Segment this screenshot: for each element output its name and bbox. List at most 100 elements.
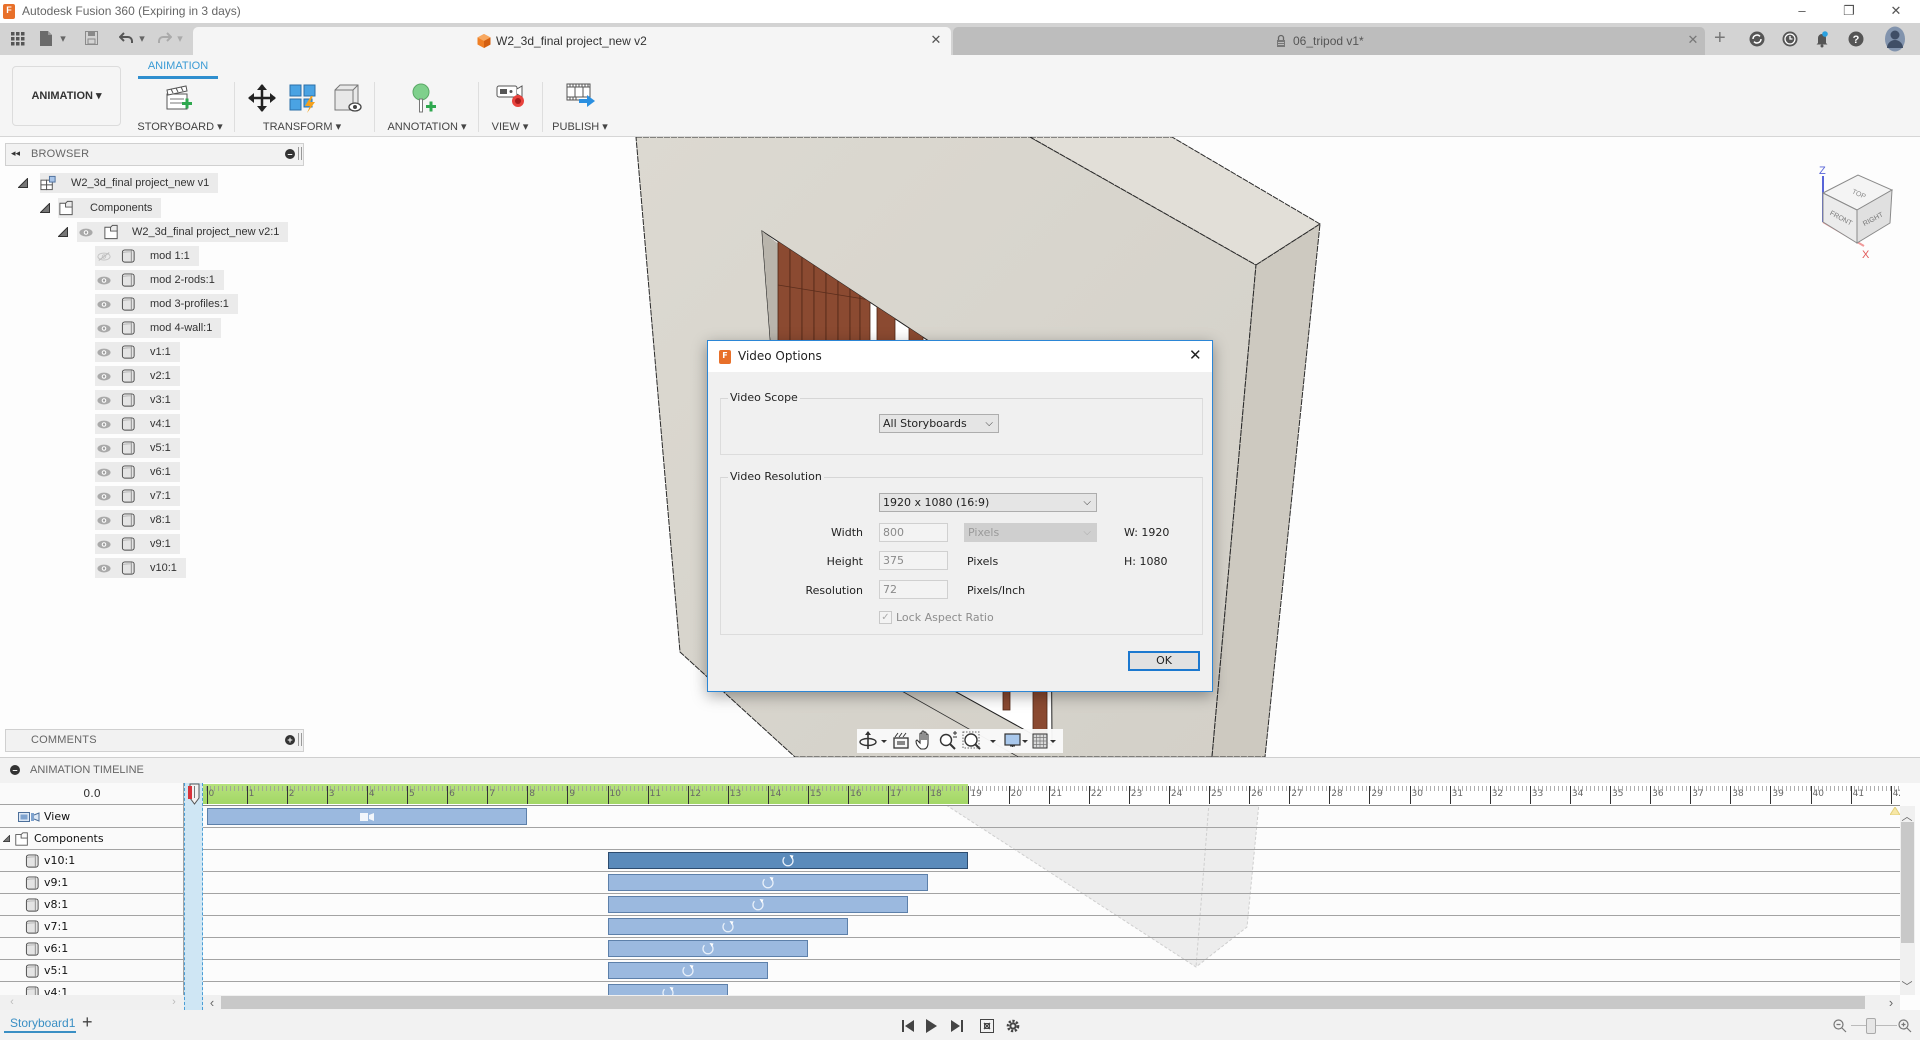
- close-tab-button[interactable]: ✕: [1685, 32, 1701, 48]
- file-menu-icon[interactable]: [40, 31, 54, 47]
- orbit-icon[interactable]: [859, 731, 887, 749]
- view-cube[interactable]: Z X TOP FRONT RIGHT: [1800, 155, 1910, 265]
- zoom-out-timeline-icon[interactable]: [1832, 1018, 1848, 1034]
- comments-panel-header[interactable]: COMMENTS +: [5, 729, 304, 752]
- maximize-button[interactable]: ❐: [1834, 2, 1864, 20]
- visibility-eye-icon[interactable]: [97, 468, 111, 477]
- ribbon-tab-animation[interactable]: ANIMATION: [138, 60, 218, 72]
- timeline-bar-v4[interactable]: [607, 984, 728, 995]
- track-names-horizontal-scrollbar[interactable]: ‹ ›: [0, 995, 184, 1010]
- collapse-panel-minus-icon[interactable]: –: [285, 149, 295, 159]
- browser-item-body[interactable]: v3:1: [95, 390, 180, 410]
- timeline-vertical-scrollbar[interactable]: ︿ ﹀: [1900, 806, 1915, 995]
- timeline-bar-v10[interactable]: [607, 852, 969, 869]
- visibility-eye-icon[interactable]: [97, 276, 111, 285]
- redo-dropdown-arrow[interactable]: ▾: [175, 31, 185, 47]
- new-tab-button[interactable]: +: [1714, 28, 1726, 48]
- visibility-eye-icon[interactable]: [97, 516, 111, 525]
- timeline-bar-v9[interactable]: [607, 874, 929, 891]
- collapse-browser-icon[interactable]: ◂◂: [11, 148, 20, 159]
- browser-item-body[interactable]: v1:1: [95, 342, 180, 362]
- fit-timeline-icon[interactable]: [979, 1018, 995, 1034]
- browser-item-body[interactable]: v2:1: [95, 366, 180, 386]
- visibility-eye-icon[interactable]: [97, 372, 111, 381]
- view-group-dropdown[interactable]: VIEW ▾: [492, 120, 529, 133]
- expand-triangle-icon[interactable]: [3, 835, 10, 842]
- play-icon[interactable]: [923, 1018, 939, 1034]
- new-storyboard-clapper-icon[interactable]: [162, 82, 194, 114]
- scroll-right-arrow[interactable]: ›: [168, 996, 180, 1008]
- undo-icon[interactable]: [119, 31, 133, 47]
- save-icon[interactable]: [85, 31, 99, 47]
- track-label[interactable]: v4:1: [0, 982, 184, 995]
- visibility-eye-icon[interactable]: [97, 348, 111, 357]
- track-label[interactable]: View: [0, 806, 184, 827]
- track-label[interactable]: v7:1: [0, 916, 184, 937]
- add-storyboard-button[interactable]: +: [82, 1012, 93, 1033]
- timeline-ruler[interactable]: 0 1 2 3 4 5 6 7 8 9 10 11 12 13 14 15 16 17 18 19 20 21 22 23 24…: [203, 783, 1900, 806]
- go-to-end-icon[interactable]: [949, 1018, 965, 1034]
- display-settings-icon[interactable]: [1004, 733, 1028, 747]
- job-status-icon[interactable]: [1747, 29, 1767, 49]
- browser-item-body[interactable]: v4:1: [95, 414, 180, 434]
- workspace-switcher-button[interactable]: ANIMATION ▾: [12, 66, 121, 126]
- redo-icon[interactable]: [158, 31, 172, 47]
- scroll-left-arrow[interactable]: ‹: [206, 995, 218, 1010]
- browser-item-body[interactable]: v9:1: [95, 534, 180, 554]
- record-view-camera-icon[interactable]: [494, 79, 526, 111]
- track-label[interactable]: v9:1: [0, 872, 184, 893]
- browser-item-components[interactable]: Components: [58, 198, 162, 218]
- timeline-row-v5[interactable]: v5:1: [0, 960, 1900, 982]
- recent-history-clock-icon[interactable]: [1780, 29, 1800, 49]
- minimize-button[interactable]: –: [1787, 2, 1817, 20]
- timeline-row-view[interactable]: View: [0, 806, 1900, 828]
- expand-triangle-icon[interactable]: [18, 178, 28, 188]
- visibility-eye-icon[interactable]: [79, 228, 93, 237]
- browser-item-body[interactable]: v8:1: [95, 510, 180, 530]
- timeline-bar-v8[interactable]: [607, 896, 909, 913]
- width-unit-select[interactable]: Pixels ⌵: [964, 523, 1097, 542]
- panel-pin-handle[interactable]: [298, 733, 302, 746]
- publish-video-icon[interactable]: [564, 79, 596, 111]
- add-comment-plus-icon[interactable]: +: [285, 735, 295, 745]
- annotation-group-dropdown[interactable]: ANNOTATION ▾: [387, 120, 466, 133]
- browser-item-body[interactable]: mod 3-profiles:1: [95, 294, 238, 314]
- browser-panel-header[interactable]: ◂◂ BROWSER –: [5, 143, 304, 166]
- expand-triangle-icon[interactable]: [58, 227, 68, 237]
- notifications-bell-icon[interactable]: [1812, 29, 1832, 49]
- visibility-hidden-eye-icon[interactable]: [97, 252, 111, 261]
- height-input[interactable]: 375: [879, 551, 948, 570]
- undo-dropdown-arrow[interactable]: ▾: [137, 31, 147, 47]
- resolution-preset-select[interactable]: 1920 x 1080 (16:9) ⌵: [879, 493, 1097, 512]
- panel-pin-handle[interactable]: [298, 147, 302, 160]
- visibility-eye-icon[interactable]: [97, 420, 111, 429]
- timeline-row-v10[interactable]: v10:1: [0, 850, 1900, 872]
- timeline-row-v8[interactable]: v8:1: [0, 894, 1900, 916]
- visibility-eye-icon[interactable]: [97, 444, 111, 453]
- browser-item-body[interactable]: mod 1:1: [95, 246, 199, 266]
- browser-item-body[interactable]: v5:1: [95, 438, 180, 458]
- create-callout-pin-icon[interactable]: [407, 82, 439, 114]
- timeline-row-v7[interactable]: v7:1: [0, 916, 1900, 938]
- resolution-input[interactable]: 72: [879, 580, 948, 599]
- scroll-left-arrow[interactable]: ‹: [6, 996, 18, 1008]
- grid-snaps-icon[interactable]: [1032, 733, 1056, 749]
- timeline-bar-v5[interactable]: [607, 962, 768, 979]
- scroll-down-arrow[interactable]: ﹀: [1901, 978, 1913, 994]
- transform-group-dropdown[interactable]: TRANSFORM ▾: [263, 120, 341, 133]
- visibility-eye-icon[interactable]: [97, 300, 111, 309]
- animation-timeline-header[interactable]: – ANIMATION TIMELINE: [0, 757, 1920, 784]
- help-icon[interactable]: ?: [1846, 29, 1866, 49]
- scrollbar-thumb[interactable]: [221, 996, 1865, 1009]
- dialog-close-button[interactable]: ✕: [1189, 346, 1202, 364]
- timeline-row-v4[interactable]: v4:1: [0, 982, 1900, 995]
- browser-item-body[interactable]: v7:1: [95, 486, 180, 506]
- playback-settings-gear-icon[interactable]: [1005, 1018, 1021, 1034]
- scroll-right-arrow[interactable]: ›: [1885, 995, 1897, 1010]
- track-label[interactable]: v10:1: [0, 850, 184, 871]
- restore-home-cube-eye-icon[interactable]: [331, 82, 363, 114]
- fit-zoom-window-icon[interactable]: [962, 731, 996, 750]
- width-input[interactable]: 800: [879, 523, 948, 542]
- track-label[interactable]: Components: [0, 828, 184, 849]
- ok-button[interactable]: OK: [1128, 651, 1200, 671]
